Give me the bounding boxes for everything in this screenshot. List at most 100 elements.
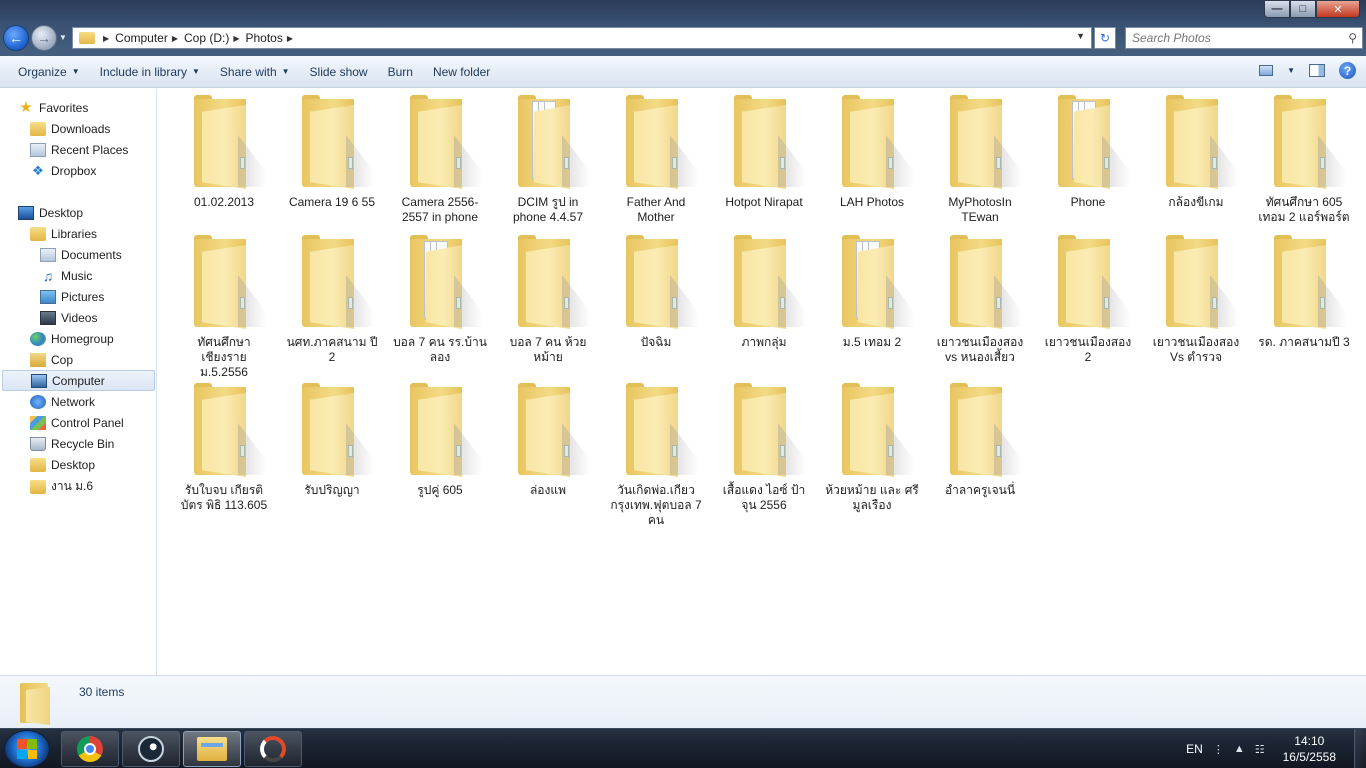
nav-recycle-bin[interactable]: Recycle Bin	[30, 433, 155, 454]
folder-contents: 01.02.2013 Camera 19 6 55 Camera 2556-2557…	[158, 89, 1366, 675]
folder-item[interactable]: ล่องแพ	[498, 377, 598, 517]
taskbar-chrome-button[interactable]	[61, 731, 119, 767]
folder-item[interactable]: 01.02.2013	[174, 89, 274, 229]
folder-item[interactable]: Phone	[1038, 89, 1138, 229]
folder-item[interactable]: ปัจฉิม	[606, 229, 706, 369]
recent-pages-dropdown[interactable]: ▼	[59, 33, 67, 42]
taskbar-explorer-button[interactable]	[183, 731, 241, 767]
folder-icon	[1260, 95, 1348, 193]
folder-item[interactable]: รับปริญญา	[282, 377, 382, 517]
folder-item[interactable]: เสื้อแดง ไอซ์ ป้าจุน 2556	[714, 377, 814, 517]
folder-item[interactable]: MyPhotosIn TEwan	[930, 89, 1030, 229]
nav-dropbox[interactable]: ❖ Dropbox	[30, 160, 155, 181]
clock[interactable]: 14:10 16/5/2558	[1283, 733, 1336, 765]
nav-homegroup[interactable]: Homegroup	[30, 328, 155, 349]
preview-pane-icon[interactable]	[1309, 64, 1325, 77]
nav-label: Pictures	[61, 289, 105, 304]
computer-icon	[31, 373, 47, 388]
folder-item[interactable]: Camera 19 6 55	[282, 89, 382, 229]
folder-item[interactable]: ม.5 เทอม 2	[822, 229, 922, 369]
include-in-library-menu[interactable]: Include in library ▼	[90, 60, 210, 84]
nav-music[interactable]: ♫ Music	[40, 265, 155, 286]
folder-item[interactable]: Hotpot Nirapat	[714, 89, 814, 229]
burn-button[interactable]: Burn	[378, 60, 423, 84]
address-dropdown-icon[interactable]: ▼	[1076, 31, 1085, 41]
refresh-button[interactable]: ↻	[1094, 27, 1116, 49]
nav-videos[interactable]: Videos	[40, 307, 155, 328]
ime-icon[interactable]: ⋮	[1213, 743, 1224, 756]
star-icon: ★	[19, 98, 33, 116]
folder-item[interactable]: รูปคู่ 605	[390, 377, 490, 517]
folder-item[interactable]: ภาพกลุ่ม	[714, 229, 814, 369]
new-folder-button[interactable]: New folder	[423, 60, 500, 84]
folder-item[interactable]: เยาวชนเมืองสอง Vs ตำรวจ	[1146, 229, 1246, 369]
close-button[interactable]: ✕	[1316, 0, 1360, 18]
folder-item[interactable]: ห้วยหม้าย และ ศรีมูลเรือง	[822, 377, 922, 517]
organize-menu[interactable]: Organize ▼	[8, 60, 90, 84]
folder-item[interactable]: เยาวชนเมืองสอง vs หนองเสี้ยว	[930, 229, 1030, 369]
folder-item[interactable]: อำลาครูเจนนี่	[930, 377, 1030, 517]
breadcrumb-cop-drive[interactable]: Cop (D:)	[184, 31, 229, 45]
forward-button[interactable]: →	[31, 25, 57, 51]
nav-control-panel[interactable]: Control Panel	[30, 412, 155, 433]
search-box[interactable]: ⚲	[1125, 27, 1363, 49]
show-desktop-button[interactable]	[1354, 729, 1366, 768]
taskbar-steam-button[interactable]	[122, 731, 180, 767]
show-hidden-icons-icon[interactable]: ▲	[1234, 743, 1245, 755]
dropbox-icon: ❖	[32, 162, 44, 178]
network-tray-icon[interactable]: ☷	[1255, 743, 1265, 756]
breadcrumb-chevron-icon[interactable]: ▶	[172, 34, 178, 43]
nav-label: Desktop	[51, 457, 96, 472]
nav-desktop-folder[interactable]: Desktop	[30, 454, 155, 475]
nav-downloads[interactable]: Downloads	[30, 118, 155, 139]
windows-logo-icon	[17, 739, 37, 759]
change-view-icon[interactable]	[1259, 65, 1274, 76]
nav-libraries[interactable]: Libraries	[30, 223, 155, 244]
folder-item[interactable]: กล้องขีเกม	[1146, 89, 1246, 229]
minimize-button[interactable]: —	[1264, 0, 1290, 18]
nav-documents[interactable]: Documents	[40, 244, 155, 265]
folder-icon	[180, 95, 268, 193]
start-button[interactable]	[4, 730, 50, 768]
nav-desktop[interactable]: Desktop	[18, 202, 155, 223]
nav-cop[interactable]: Cop	[30, 349, 155, 370]
folder-item[interactable]: รด. ภาคสนามปี 3	[1254, 229, 1354, 369]
folder-item[interactable]: Camera 2556-2557 in phone	[390, 89, 490, 229]
item-count: 30 items	[79, 685, 125, 699]
share-with-menu[interactable]: Share with ▼	[210, 60, 300, 84]
nav-computer[interactable]: Computer	[2, 370, 155, 391]
breadcrumb-chevron-icon[interactable]: ▶	[103, 34, 109, 43]
nav-favorites[interactable]: ★ Favorites	[18, 97, 155, 118]
folder-item[interactable]: Father And Mother	[606, 89, 706, 229]
address-bar[interactable]: ▶ Computer ▶ Cop (D:) ▶ Photos ▶ ▼	[72, 27, 1092, 49]
folder-item[interactable]: DCIM รูป in phone 4.4.57	[498, 89, 598, 229]
folder-icon	[936, 235, 1024, 333]
maximize-button[interactable]: □	[1290, 0, 1316, 18]
back-button[interactable]: ←	[3, 25, 29, 51]
breadcrumb-chevron-icon[interactable]: ▶	[287, 34, 293, 43]
nav-pictures[interactable]: Pictures	[40, 286, 155, 307]
nav-network[interactable]: Network	[30, 391, 155, 412]
breadcrumb-photos[interactable]: Photos	[246, 31, 283, 45]
folder-item[interactable]: ทัศนศึกษาเชียงราย ม.5.2556	[174, 229, 274, 379]
nav-label: Desktop	[39, 205, 84, 220]
folder-item[interactable]: บอล 7 คน รร.บ้านลอง	[390, 229, 490, 369]
folder-item[interactable]: ทัศนศึกษา 605 เทอม 2 แอร์พอร์ต	[1254, 89, 1354, 229]
folder-item[interactable]: LAH Photos	[822, 89, 922, 229]
search-input[interactable]	[1132, 31, 1342, 45]
view-options-dropdown-icon[interactable]: ▼	[1287, 66, 1295, 75]
folder-item[interactable]: รับใบจบ เกียรติบัตร พิธิ 113.605	[174, 377, 274, 517]
nav-recent-places[interactable]: Recent Places	[30, 139, 155, 160]
taskbar-recorder-button[interactable]	[244, 731, 302, 767]
breadcrumb-computer[interactable]: Computer	[115, 31, 168, 45]
help-icon[interactable]: ?	[1339, 62, 1356, 79]
language-indicator[interactable]: EN	[1186, 742, 1203, 756]
folder-item[interactable]: บอล 7 คน ห้วยหม้าย	[498, 229, 598, 369]
folder-item[interactable]: วันเกิดพ่อ.เกียว กรุงเทพ.ฟุตบอล 7 คน	[606, 377, 706, 527]
folder-item[interactable]: นศท.ภาคสนาม ปี 2	[282, 229, 382, 369]
folder-name: อำลาครูเจนนี่	[944, 483, 1016, 497]
nav-ngan-m6[interactable]: งาน ม.6	[30, 476, 155, 497]
slide-show-button[interactable]: Slide show	[300, 60, 378, 84]
folder-item[interactable]: เยาวชนเมืองสอง 2	[1038, 229, 1138, 369]
breadcrumb-chevron-icon[interactable]: ▶	[233, 34, 239, 43]
